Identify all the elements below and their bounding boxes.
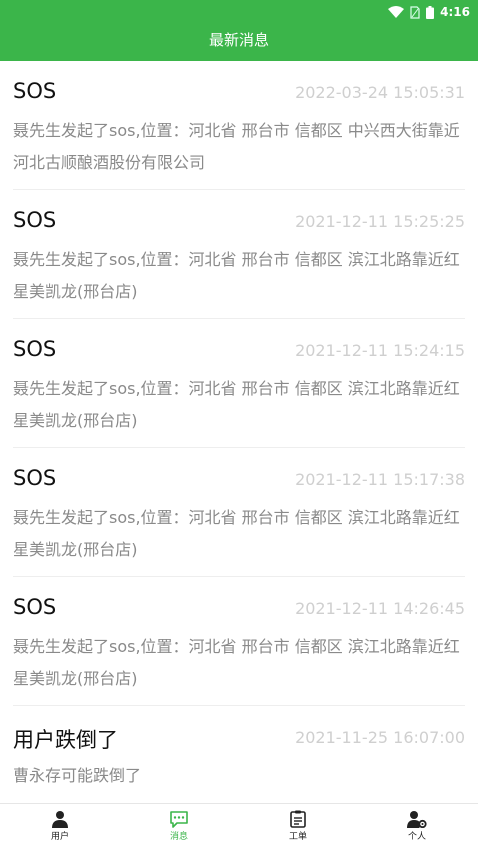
status-time: 4:16: [440, 5, 470, 19]
message-item[interactable]: SOS 2021-12-11 15:17:38 聂先生发起了sos,位置：河北省…: [13, 448, 465, 577]
message-time: 2021-12-11 15:25:25: [295, 212, 465, 231]
status-icons: 4:16: [388, 3, 470, 21]
tab-user[interactable]: 用户: [30, 810, 90, 850]
message-body: 聂先生发起了sos,位置：河北省 邢台市 信都区 中兴西大街靠近河北古顺酿酒股份…: [13, 121, 460, 172]
message-title: SOS: [13, 595, 57, 619]
message-item[interactable]: 用户跌倒了 2021-11-25 16:07:00 曹永存可能跌倒了: [13, 706, 465, 803]
message-time: 2021-12-11 15:24:15: [295, 341, 465, 360]
message-title: SOS: [13, 79, 57, 103]
message-item[interactable]: SOS 2022-03-24 15:05:31 聂先生发起了sos,位置：河北省…: [13, 61, 465, 190]
work-order-icon: [290, 810, 306, 828]
app-bar: 最新消息: [0, 24, 478, 61]
message-time: 2022-03-24 15:05:31: [295, 83, 465, 102]
tab-label: 消息: [169, 832, 188, 842]
message-body: 聂先生发起了sos,位置：河北省 邢台市 信都区 滨江北路靠近红星美凯龙(邢台店…: [13, 637, 460, 688]
tab-personal[interactable]: 个人: [387, 810, 447, 850]
tab-label: 个人: [407, 832, 426, 842]
message-item[interactable]: SOS 2021-12-11 15:25:25 聂先生发起了sos,位置：河北省…: [13, 190, 465, 319]
tab-work-order[interactable]: 工单: [268, 810, 328, 850]
message-title: SOS: [13, 466, 57, 490]
message-body: 聂先生发起了sos,位置：河北省 邢台市 信都区 滨江北路靠近红星美凯龙(邢台店…: [13, 379, 460, 430]
user-settings-icon: [407, 811, 427, 828]
message-title: SOS: [13, 337, 57, 361]
battery-icon: [426, 5, 435, 19]
message-list[interactable]: SOS 2022-03-24 15:05:31 聂先生发起了sos,位置：河北省…: [0, 61, 478, 803]
sim-icon: [410, 5, 420, 19]
message-item[interactable]: SOS 2021-12-11 15:24:15 聂先生发起了sos,位置：河北省…: [13, 319, 465, 448]
wifi-icon: [388, 6, 405, 18]
message-title: 用户跌倒了: [13, 728, 118, 752]
message-item[interactable]: SOS 2021-12-11 14:26:45 聂先生发起了sos,位置：河北省…: [13, 577, 465, 706]
message-icon: [170, 811, 188, 828]
message-body: 曹永存可能跌倒了: [13, 766, 142, 785]
tab-label: 工单: [288, 832, 307, 842]
bottom-tab-bar: 用户 消息 工单 个人: [0, 803, 478, 851]
message-time: 2021-12-11 15:17:38: [295, 470, 465, 489]
message-body: 聂先生发起了sos,位置：河北省 邢台市 信都区 滨江北路靠近红星美凯龙(邢台店…: [13, 508, 460, 559]
message-title: SOS: [13, 208, 57, 232]
message-time: 2021-11-25 16:07:00: [295, 728, 465, 747]
message-body: 聂先生发起了sos,位置：河北省 邢台市 信都区 滨江北路靠近红星美凯龙(邢台店…: [13, 250, 460, 301]
tab-messages[interactable]: 消息: [149, 810, 209, 850]
message-time: 2021-12-11 14:26:45: [295, 599, 465, 618]
status-bar: 4:16: [0, 0, 478, 24]
user-icon: [52, 811, 68, 828]
page-title: 最新消息: [208, 31, 269, 49]
tab-label: 用户: [50, 832, 69, 842]
